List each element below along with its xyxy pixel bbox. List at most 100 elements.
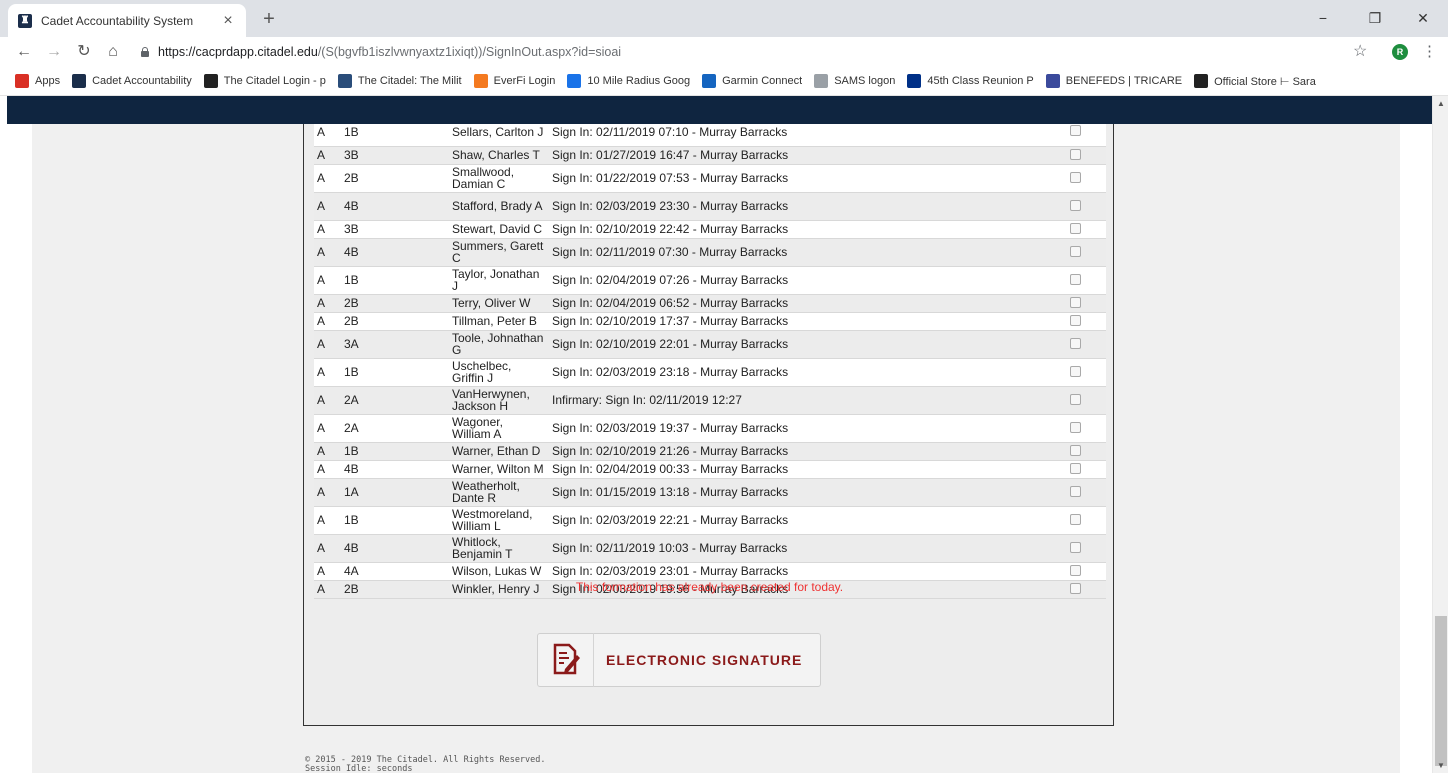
status-cell: Sign In: 02/03/2019 23:01 - Murray Barra…	[552, 564, 789, 578]
close-window-button[interactable]: ✕	[1400, 8, 1446, 28]
bookmark-label: The Citadel Login - p	[223, 75, 326, 87]
page-footer: © 2015 - 2019 The Citadel. All Rights Re…	[305, 756, 546, 773]
company-cell: A	[317, 296, 326, 310]
name-cell: Terry, Oliver W	[452, 296, 531, 310]
page-scrollbar[interactable]: ▲ ▼	[1432, 96, 1448, 773]
company-cell: A	[317, 171, 326, 185]
home-icon[interactable]: ⌂	[103, 42, 123, 62]
electronic-signature-button[interactable]: ELECTRONIC SIGNATURE	[537, 633, 821, 687]
bookmark-label: BENEFEDS | TRICARE	[1065, 75, 1183, 87]
row-checkbox[interactable]	[1070, 273, 1081, 285]
checkbox-cell	[1066, 414, 1106, 442]
bookmark-item[interactable]: 10 Mile Radius Goog	[567, 74, 690, 88]
checkbox-cell	[1066, 478, 1106, 506]
row-checkbox[interactable]	[1070, 125, 1081, 137]
class-cell: 3B	[344, 222, 359, 236]
bookmark-item[interactable]: The Citadel Login - p	[203, 74, 326, 88]
table-row: A 3A Toole, Johnathan G Sign In: 02/10/2019…	[314, 330, 1106, 358]
forward-icon[interactable]: →	[44, 42, 64, 62]
table-row: A 2B Tillman, Peter B Sign In: 02/10/2019 1…	[314, 312, 1106, 330]
company-cell: A	[317, 485, 326, 499]
address-bar[interactable]: https://cacprdapp.citadel.edu/(S(bgvfb1i…	[140, 40, 1390, 64]
class-cell: 1A	[344, 485, 359, 499]
table-row: A 4B Summers, Garett C Sign In: 02/11/2019 …	[314, 238, 1106, 266]
bookmark-star-icon[interactable]: ☆	[1353, 41, 1367, 61]
row-checkbox[interactable]	[1070, 421, 1081, 433]
company-cell: A	[317, 199, 326, 213]
table-row: A 2B Terry, Oliver W Sign In: 02/04/2019 06…	[314, 294, 1106, 312]
bookmark-item[interactable]: Apps	[15, 74, 60, 88]
row-checkbox[interactable]	[1070, 513, 1081, 525]
status-cell: Sign In: 02/10/2019 17:37 - Murray Barra…	[552, 314, 789, 328]
browser-toolbar: ← → ↻ ⌂ https://cacprdapp.citadel.edu/(S…	[0, 37, 1448, 67]
checkbox-cell	[1066, 238, 1106, 266]
row-checkbox[interactable]	[1070, 199, 1081, 211]
new-tab-button[interactable]: +	[258, 8, 280, 30]
paypal-icon	[907, 74, 922, 88]
row-checkbox[interactable]	[1070, 444, 1081, 456]
company-cell: A	[317, 462, 326, 476]
row-checkbox[interactable]	[1070, 148, 1081, 160]
table-row: A 1B Westmoreland, William L Sign In: 02/03…	[314, 506, 1106, 534]
bookmark-item[interactable]: 45th Class Reunion P	[907, 74, 1034, 88]
bookmark-item[interactable]: The Citadel: The Milit	[337, 74, 462, 88]
row-checkbox[interactable]	[1070, 462, 1081, 474]
menu-kebab-icon[interactable]: ⋮	[1422, 42, 1437, 60]
row-checkbox[interactable]	[1070, 365, 1081, 377]
checkbox-cell	[1066, 534, 1106, 562]
profile-avatar[interactable]: R	[1392, 44, 1408, 60]
session-idle-text: Session Idle: seconds	[305, 764, 413, 773]
class-cell: 2A	[344, 393, 359, 407]
building-icon	[337, 74, 352, 88]
class-cell: 1B	[344, 365, 359, 379]
status-cell: Sign In: 02/10/2019 22:42 - Murray Barra…	[552, 222, 789, 236]
row-checkbox[interactable]	[1070, 541, 1081, 553]
bookmark-item[interactable]: EverFi Login	[473, 74, 555, 88]
checkbox-cell	[1066, 358, 1106, 386]
row-checkbox[interactable]	[1070, 314, 1081, 326]
row-checkbox[interactable]	[1070, 564, 1081, 576]
tab-close-icon[interactable]: ×	[220, 12, 236, 29]
minimize-button[interactable]: −	[1300, 8, 1346, 28]
reload-icon[interactable]: ↻	[74, 42, 94, 62]
row-checkbox[interactable]	[1070, 171, 1081, 183]
name-cell: VanHerwynen, Jackson H	[452, 387, 530, 413]
row-checkbox[interactable]	[1070, 337, 1081, 349]
checkbox-cell	[1066, 562, 1106, 580]
row-checkbox[interactable]	[1070, 296, 1081, 308]
bookmark-item[interactable]: SAMS logon	[814, 74, 895, 88]
name-cell: Taylor, Jonathan J	[452, 267, 540, 293]
class-cell: 2B	[344, 314, 359, 328]
sams-icon	[814, 74, 829, 88]
name-cell: Shaw, Charles T	[452, 148, 540, 162]
table-row: A 2A Wagoner, William A Sign In: 02/03/2019…	[314, 414, 1106, 442]
bookmark-label: SAMS logon	[834, 75, 896, 87]
back-icon[interactable]: ←	[14, 42, 34, 62]
scroll-thumb[interactable]	[1435, 616, 1447, 766]
row-checkbox[interactable]	[1070, 485, 1081, 497]
name-cell: Weatherholt, Dante R	[452, 479, 520, 505]
class-cell: 4B	[344, 245, 359, 259]
row-checkbox[interactable]	[1070, 393, 1081, 405]
citadel-favicon-icon: ♜	[18, 13, 32, 28]
cadet-table: A 1B Sellars, Carlton J Sign In: 02/11/2019…	[314, 124, 1106, 599]
class-cell: 4A	[344, 564, 359, 578]
tab-strip: ♜ Cadet Accountability System × + − ❐ ✕	[0, 0, 1448, 37]
name-cell: Toole, Johnathan G	[452, 331, 544, 357]
bookmark-item[interactable]: Cadet Accountability	[72, 74, 192, 88]
class-cell: 4B	[344, 541, 359, 555]
checkbox-cell	[1066, 266, 1106, 294]
bookmark-item[interactable]: BENEFEDS | TRICARE	[1045, 74, 1183, 88]
row-checkbox[interactable]	[1070, 222, 1081, 234]
scroll-up-arrow-icon[interactable]: ▲	[1437, 99, 1445, 108]
bookmark-item[interactable]: Official Store ⊢ Sara	[1194, 74, 1316, 88]
scroll-down-arrow-icon[interactable]: ▼	[1437, 761, 1445, 770]
row-checkbox[interactable]	[1070, 245, 1081, 257]
class-cell: 3A	[344, 337, 359, 351]
browser-tab[interactable]: ♜ Cadet Accountability System ×	[8, 4, 246, 37]
bookmark-item[interactable]: Garmin Connect	[702, 74, 802, 88]
bookmark-label: 45th Class Reunion P	[927, 75, 1034, 87]
checkbox-cell	[1066, 192, 1106, 220]
company-cell: A	[317, 124, 326, 139]
restore-button[interactable]: ❐	[1352, 8, 1398, 28]
